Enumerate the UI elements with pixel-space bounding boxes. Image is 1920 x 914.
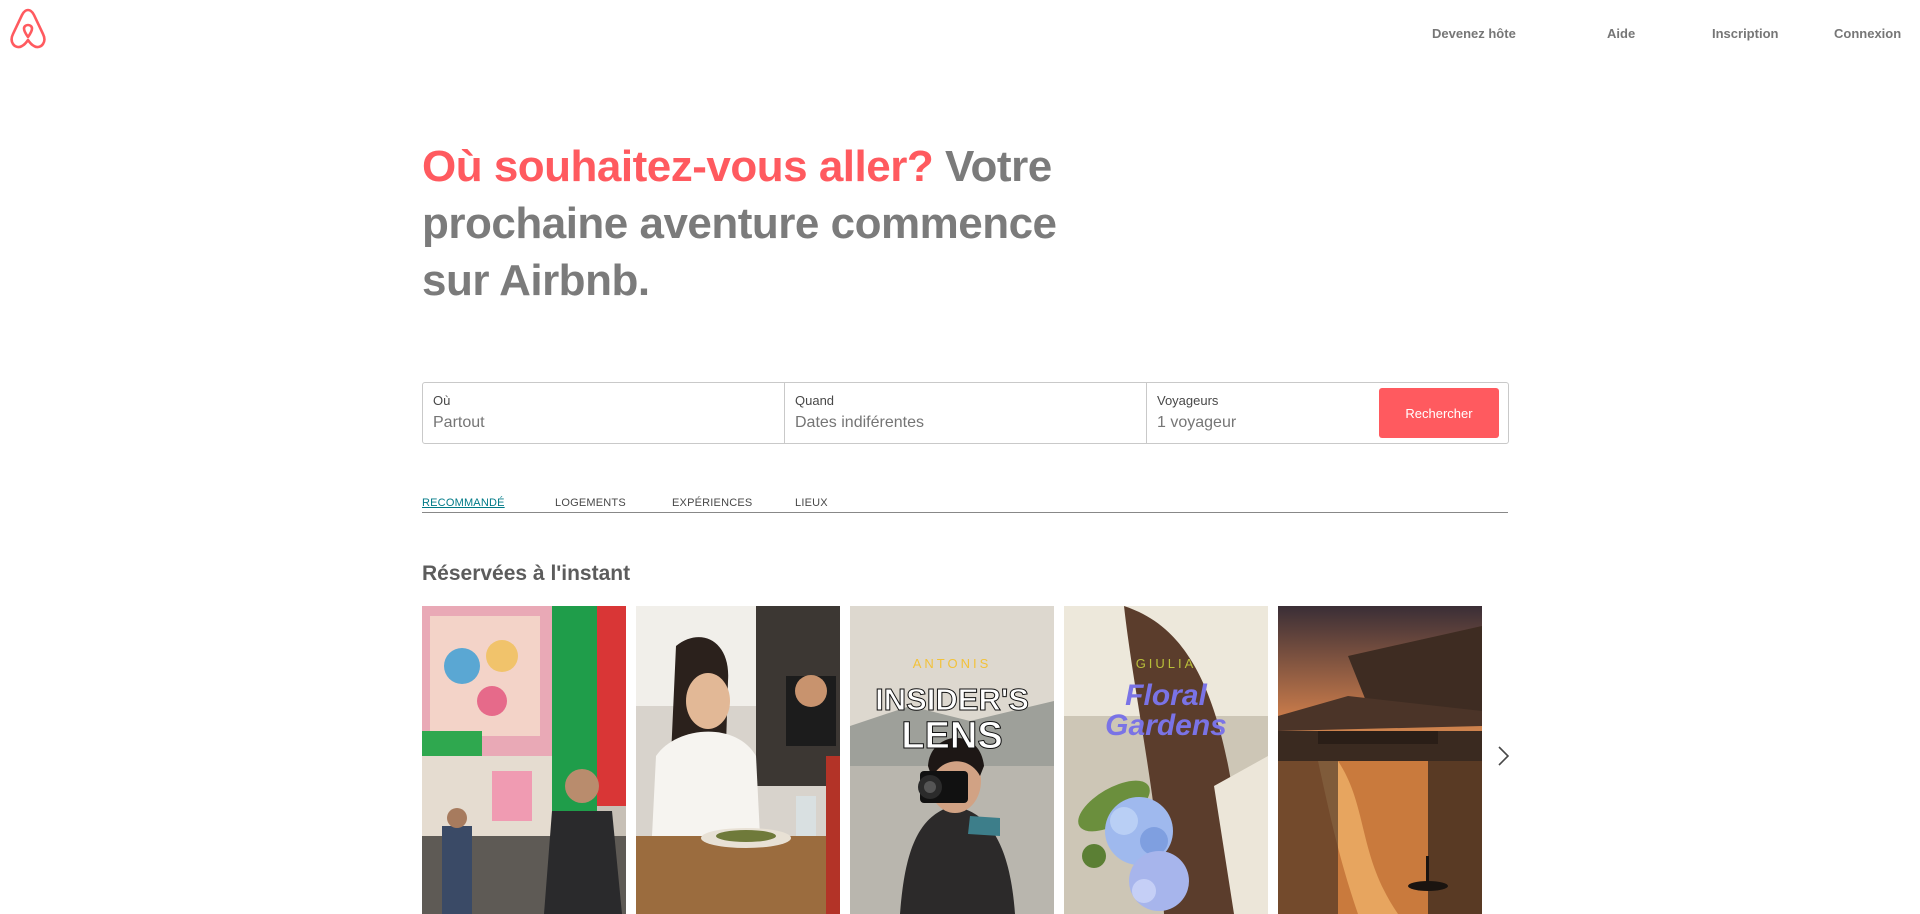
- photographer-photo: [850, 606, 1054, 914]
- tab-experiences[interactable]: Expériences: [672, 497, 752, 509]
- hero-title-accent: Où souhaitez-vous aller?: [422, 142, 934, 191]
- chevron-right-icon[interactable]: [1491, 744, 1515, 768]
- tab-places[interactable]: Lieux: [795, 497, 828, 509]
- when-input[interactable]: [795, 414, 1136, 432]
- woman-eating-photo: [636, 606, 840, 914]
- experience-carousel: ANTONIS INSIDER'S LENS GIULIA Floral Gar…: [422, 606, 1484, 914]
- experience-card[interactable]: GIULIA Floral Gardens: [1064, 606, 1268, 914]
- when-field[interactable]: Quand: [785, 383, 1147, 443]
- card-title-line: INSIDER'S: [875, 682, 1030, 717]
- card-host-name: ANTONIS: [912, 656, 992, 671]
- where-label: Où: [433, 393, 451, 408]
- guests-field[interactable]: Voyageurs 1 voyageur Rechercher: [1147, 383, 1508, 443]
- card-title-line: LENS: [901, 715, 1003, 757]
- tab-recommended[interactable]: Recommandé: [422, 497, 505, 509]
- section-title: Réservées à l'instant: [422, 562, 631, 585]
- category-tabs: Recommandé Logements Expériences Lieux: [422, 497, 1508, 513]
- experience-card[interactable]: [1278, 606, 1482, 914]
- card-title-line: Gardens: [1105, 709, 1227, 742]
- experience-card[interactable]: [636, 606, 840, 914]
- where-input[interactable]: [433, 414, 774, 432]
- airbnb-logo-icon[interactable]: [8, 6, 48, 50]
- when-label: Quand: [795, 393, 835, 408]
- where-field[interactable]: Où: [423, 383, 785, 443]
- header: Devenez hôte Aide Inscription Connexion: [0, 0, 1920, 80]
- signup-link[interactable]: Inscription: [1712, 26, 1778, 41]
- card-host-name: GIULIA: [1135, 656, 1197, 671]
- tab-homes[interactable]: Logements: [555, 497, 626, 509]
- experience-card[interactable]: ANTONIS INSIDER'S LENS: [850, 606, 1054, 914]
- login-link[interactable]: Connexion: [1834, 26, 1901, 41]
- experience-card[interactable]: [422, 606, 626, 914]
- hero-title: Où souhaitez-vous aller? Votre prochaine…: [422, 138, 1062, 309]
- search-bar: Où Quand Voyageurs 1 voyageur Rechercher: [422, 382, 1509, 444]
- tokyo-street-photo: [422, 606, 626, 914]
- become-host-link[interactable]: Devenez hôte: [1432, 26, 1516, 41]
- hydrangea-photo: [1064, 606, 1268, 914]
- help-link[interactable]: Aide: [1607, 26, 1635, 41]
- search-button[interactable]: Rechercher: [1379, 388, 1499, 438]
- florence-sunset-photo: [1278, 606, 1482, 914]
- card-title-line: Floral: [1125, 679, 1207, 712]
